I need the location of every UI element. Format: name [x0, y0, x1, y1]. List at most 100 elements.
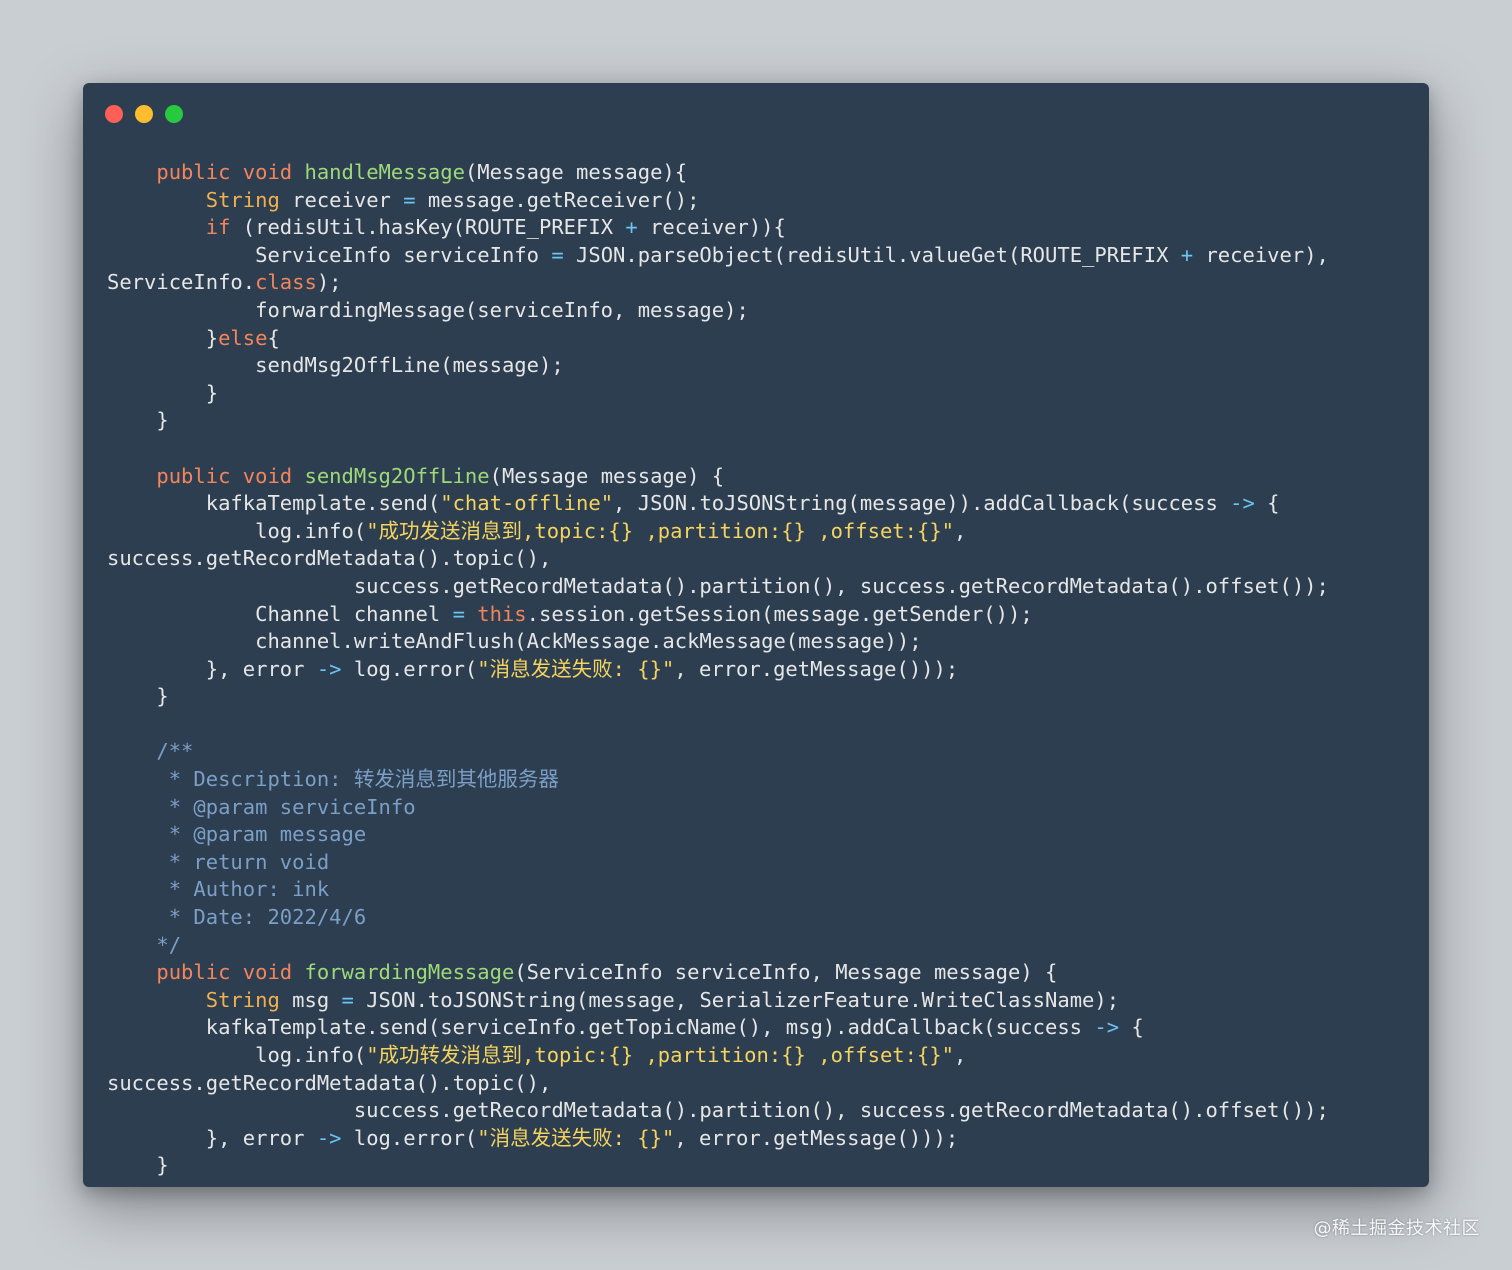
code-token: , JSON.toJSONString(message)).addCallbac…: [613, 491, 1231, 516]
code-token: );: [316, 270, 342, 295]
code-token: success.getRecordMetadata().partition(),…: [107, 573, 1329, 598]
code-line: ServiceInfo serviceInfo = JSON.parseObje…: [107, 242, 1329, 270]
code-line: kafkaTemplate.send("chat-offline", JSON.…: [107, 490, 1329, 518]
code-token: receiver: [279, 187, 404, 212]
code-token: "消息发送失败: {}": [477, 656, 675, 681]
close-button[interactable]: [105, 105, 123, 123]
code-line: }: [107, 1152, 1329, 1180]
code-token: message.getReceiver();: [415, 187, 700, 212]
code-token: sendMsg2OffLine(message);: [107, 353, 564, 378]
code-line: ServiceInfo.class);: [107, 269, 1329, 297]
code-line: success.getRecordMetadata().topic(),: [107, 545, 1329, 573]
code-token: msg: [279, 987, 342, 1012]
code-line: kafkaTemplate.send(serviceInfo.getTopicN…: [107, 1014, 1329, 1042]
zoom-button[interactable]: [165, 105, 183, 123]
code-token: * return void: [107, 849, 330, 874]
code-line: * Date: 2022/4/6: [107, 904, 1329, 932]
code-token: handleMessage: [304, 160, 465, 184]
code-line: public void handleMessage(Message messag…: [107, 159, 1329, 187]
code-token: * @param message: [107, 822, 367, 847]
code-token: , error.getMessage()));: [674, 1125, 959, 1150]
code-token: log.info(: [107, 1043, 367, 1067]
code-line: }: [107, 683, 1329, 711]
code-token: public: [107, 960, 243, 985]
code-line: if (redisUtil.hasKey(ROUTE_PREFIX + rece…: [107, 214, 1329, 242]
code-line: forwardingMessage(serviceInfo, message);: [107, 297, 1329, 325]
code-line: channel.writeAndFlush(AckMessage.ackMess…: [107, 628, 1329, 656]
code-token: log.info(: [107, 518, 367, 543]
code-token: void: [242, 463, 305, 488]
code-token: forwardingMessage: [304, 960, 515, 985]
code-token: class: [255, 270, 317, 295]
code-token: kafkaTemplate.send(: [107, 491, 441, 516]
code-token: }: [107, 380, 219, 405]
code-token: JSON.toJSONString(message, SerializerFea…: [353, 987, 1120, 1012]
code-line: success.getRecordMetadata().partition(),…: [107, 1097, 1329, 1125]
code-token: (ServiceInfo serviceInfo, Message messag…: [514, 960, 1058, 985]
code-line: public void forwardingMessage(ServiceInf…: [107, 959, 1329, 987]
code-line: log.info("成功发送消息到,topic:{} ,partition:{}…: [107, 518, 1329, 546]
code-line: success.getRecordMetadata().topic(),: [107, 1070, 1329, 1098]
code-token: success.getRecordMetadata().partition(),…: [107, 1098, 1329, 1123]
code-line: success.getRecordMetadata().partition(),…: [107, 573, 1329, 601]
code-token: }, error: [107, 1125, 317, 1150]
code-token: public: [107, 160, 243, 184]
code-line: }, error -> log.error("消息发送失败: {}", erro…: [107, 1125, 1329, 1153]
code-line: }: [107, 380, 1329, 408]
code-line: }: [107, 407, 1329, 435]
watermark: @稀土掘金技术社区: [1313, 1218, 1480, 1239]
code-token: }, error: [107, 656, 317, 681]
code-token: void: [242, 960, 305, 985]
code-token: this: [477, 601, 527, 626]
code-token: */: [107, 932, 182, 957]
code-token: receiver),: [1193, 242, 1329, 267]
code-token: log.error(: [341, 656, 478, 681]
code-line: ​: [107, 435, 1329, 463]
code-token: * Date: 2022/4/6: [107, 905, 367, 930]
window-controls: [105, 105, 183, 123]
code-block: public void handleMessage(Message messag…: [107, 159, 1329, 1180]
code-line: * Author: ink: [107, 876, 1329, 904]
code-token: success.getRecordMetadata().topic(),: [107, 546, 552, 571]
code-line: * Description: 转发消息到其他服务器: [107, 766, 1329, 794]
code-token: "成功转发消息到,topic:{} ,partition:{} ,offset:…: [366, 1043, 955, 1067]
code-token: else: [218, 325, 268, 350]
code-line: }else{: [107, 325, 1329, 353]
code-token: ->: [1094, 1015, 1120, 1040]
code-token: , error.getMessage()));: [674, 656, 959, 681]
code-token: }: [107, 325, 219, 350]
code-token: +: [1180, 242, 1194, 267]
code-token: success.getRecordMetadata().topic(),: [107, 1070, 552, 1095]
code-token: String: [205, 187, 280, 212]
code-line: ​: [107, 711, 1329, 739]
code-line: }, error -> log.error("消息发送失败: {}", erro…: [107, 656, 1329, 684]
code-line: * @param message: [107, 821, 1329, 849]
code-token: String: [205, 987, 280, 1012]
code-line: public void sendMsg2OffLine(Message mess…: [107, 463, 1329, 491]
code-line: * return void: [107, 849, 1329, 877]
code-token: kafkaTemplate.send(serviceInfo.getTopicN…: [107, 1015, 1095, 1040]
code-token: public: [107, 463, 243, 488]
minimize-button[interactable]: [135, 105, 153, 123]
code-token: JSON.parseObject(redisUtil.valueGet(ROUT…: [563, 242, 1181, 267]
code-token: =: [452, 601, 465, 626]
code-token: ServiceInfo serviceInfo: [107, 242, 552, 267]
code-token: {: [1254, 491, 1280, 516]
code-token: ->: [316, 1125, 342, 1150]
code-line: * @param serviceInfo: [107, 794, 1329, 822]
code-line: /**: [107, 738, 1329, 766]
code-token: =: [403, 187, 416, 212]
code-token: "消息发送失败: {}": [477, 1125, 675, 1150]
code-token: .session.getSession(message.getSender())…: [526, 601, 1033, 626]
code-token: +: [625, 215, 638, 240]
code-token: Channel channel: [107, 601, 453, 626]
code-token: (Message message){: [464, 160, 688, 184]
code-line: String receiver = message.getReceiver();: [107, 187, 1329, 215]
code-token: {: [267, 325, 280, 350]
code-line: log.info("成功转发消息到,topic:{} ,partition:{}…: [107, 1042, 1329, 1070]
code-token: if: [205, 215, 231, 240]
